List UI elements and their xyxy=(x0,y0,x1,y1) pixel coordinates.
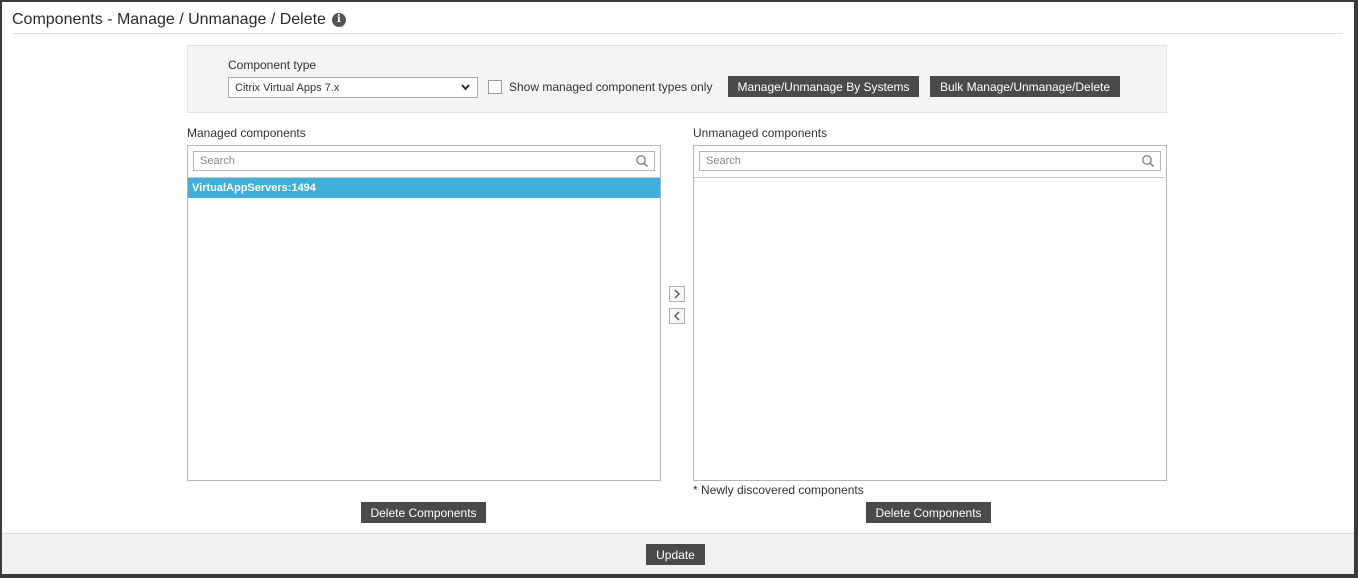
footer-bar: Update xyxy=(2,533,1354,574)
managed-search-placeholder: Search xyxy=(200,155,235,167)
update-button[interactable]: Update xyxy=(646,544,705,565)
move-to-unmanaged-button[interactable] xyxy=(669,286,685,302)
component-type-label: Component type xyxy=(228,58,317,72)
chevron-right-icon xyxy=(674,289,680,299)
bulk-manage-button[interactable]: Bulk Manage/Unmanage/Delete xyxy=(930,76,1120,97)
info-icon[interactable]: i xyxy=(331,13,346,27)
chevron-left-icon xyxy=(674,311,680,321)
unmanaged-components-list[interactable]: Search xyxy=(693,145,1167,481)
component-type-select[interactable]: Citrix Virtual Apps 7.x xyxy=(228,77,478,98)
unmanaged-search-placeholder: Search xyxy=(706,155,741,167)
header-divider xyxy=(12,33,1342,34)
component-type-value: Citrix Virtual Apps 7.x xyxy=(235,81,340,94)
search-icon xyxy=(1142,155,1155,168)
newly-discovered-note: * Newly discovered components xyxy=(693,483,864,497)
manage-by-systems-button[interactable]: Manage/Unmanage By Systems xyxy=(728,76,919,97)
unmanaged-components-label: Unmanaged components xyxy=(693,126,828,140)
app-window: Components - Manage / Unmanage / Delete … xyxy=(2,2,1354,574)
managed-components-list[interactable]: Search VirtualAppServers:1494 xyxy=(187,145,661,481)
list-item[interactable]: VirtualAppServers:1494 xyxy=(188,178,660,198)
list-divider xyxy=(694,177,1166,178)
delete-managed-components-button[interactable]: Delete Components xyxy=(361,502,486,523)
managed-search-input[interactable]: Search xyxy=(193,151,655,171)
unmanaged-search-input[interactable]: Search xyxy=(699,151,1161,171)
filter-panel: Component type Citrix Virtual Apps 7.x S… xyxy=(187,45,1167,113)
show-managed-only-checkbox[interactable] xyxy=(488,80,502,94)
move-to-managed-button[interactable] xyxy=(669,308,685,324)
page-title: Components - Manage / Unmanage / Delete xyxy=(12,11,326,28)
managed-components-label: Managed components xyxy=(187,126,306,140)
show-managed-only-label[interactable]: Show managed component types only xyxy=(509,80,712,94)
page-header: Components - Manage / Unmanage / Delete … xyxy=(12,8,346,32)
chevron-down-icon xyxy=(461,84,470,91)
search-icon xyxy=(636,155,649,168)
delete-unmanaged-components-button[interactable]: Delete Components xyxy=(866,502,991,523)
